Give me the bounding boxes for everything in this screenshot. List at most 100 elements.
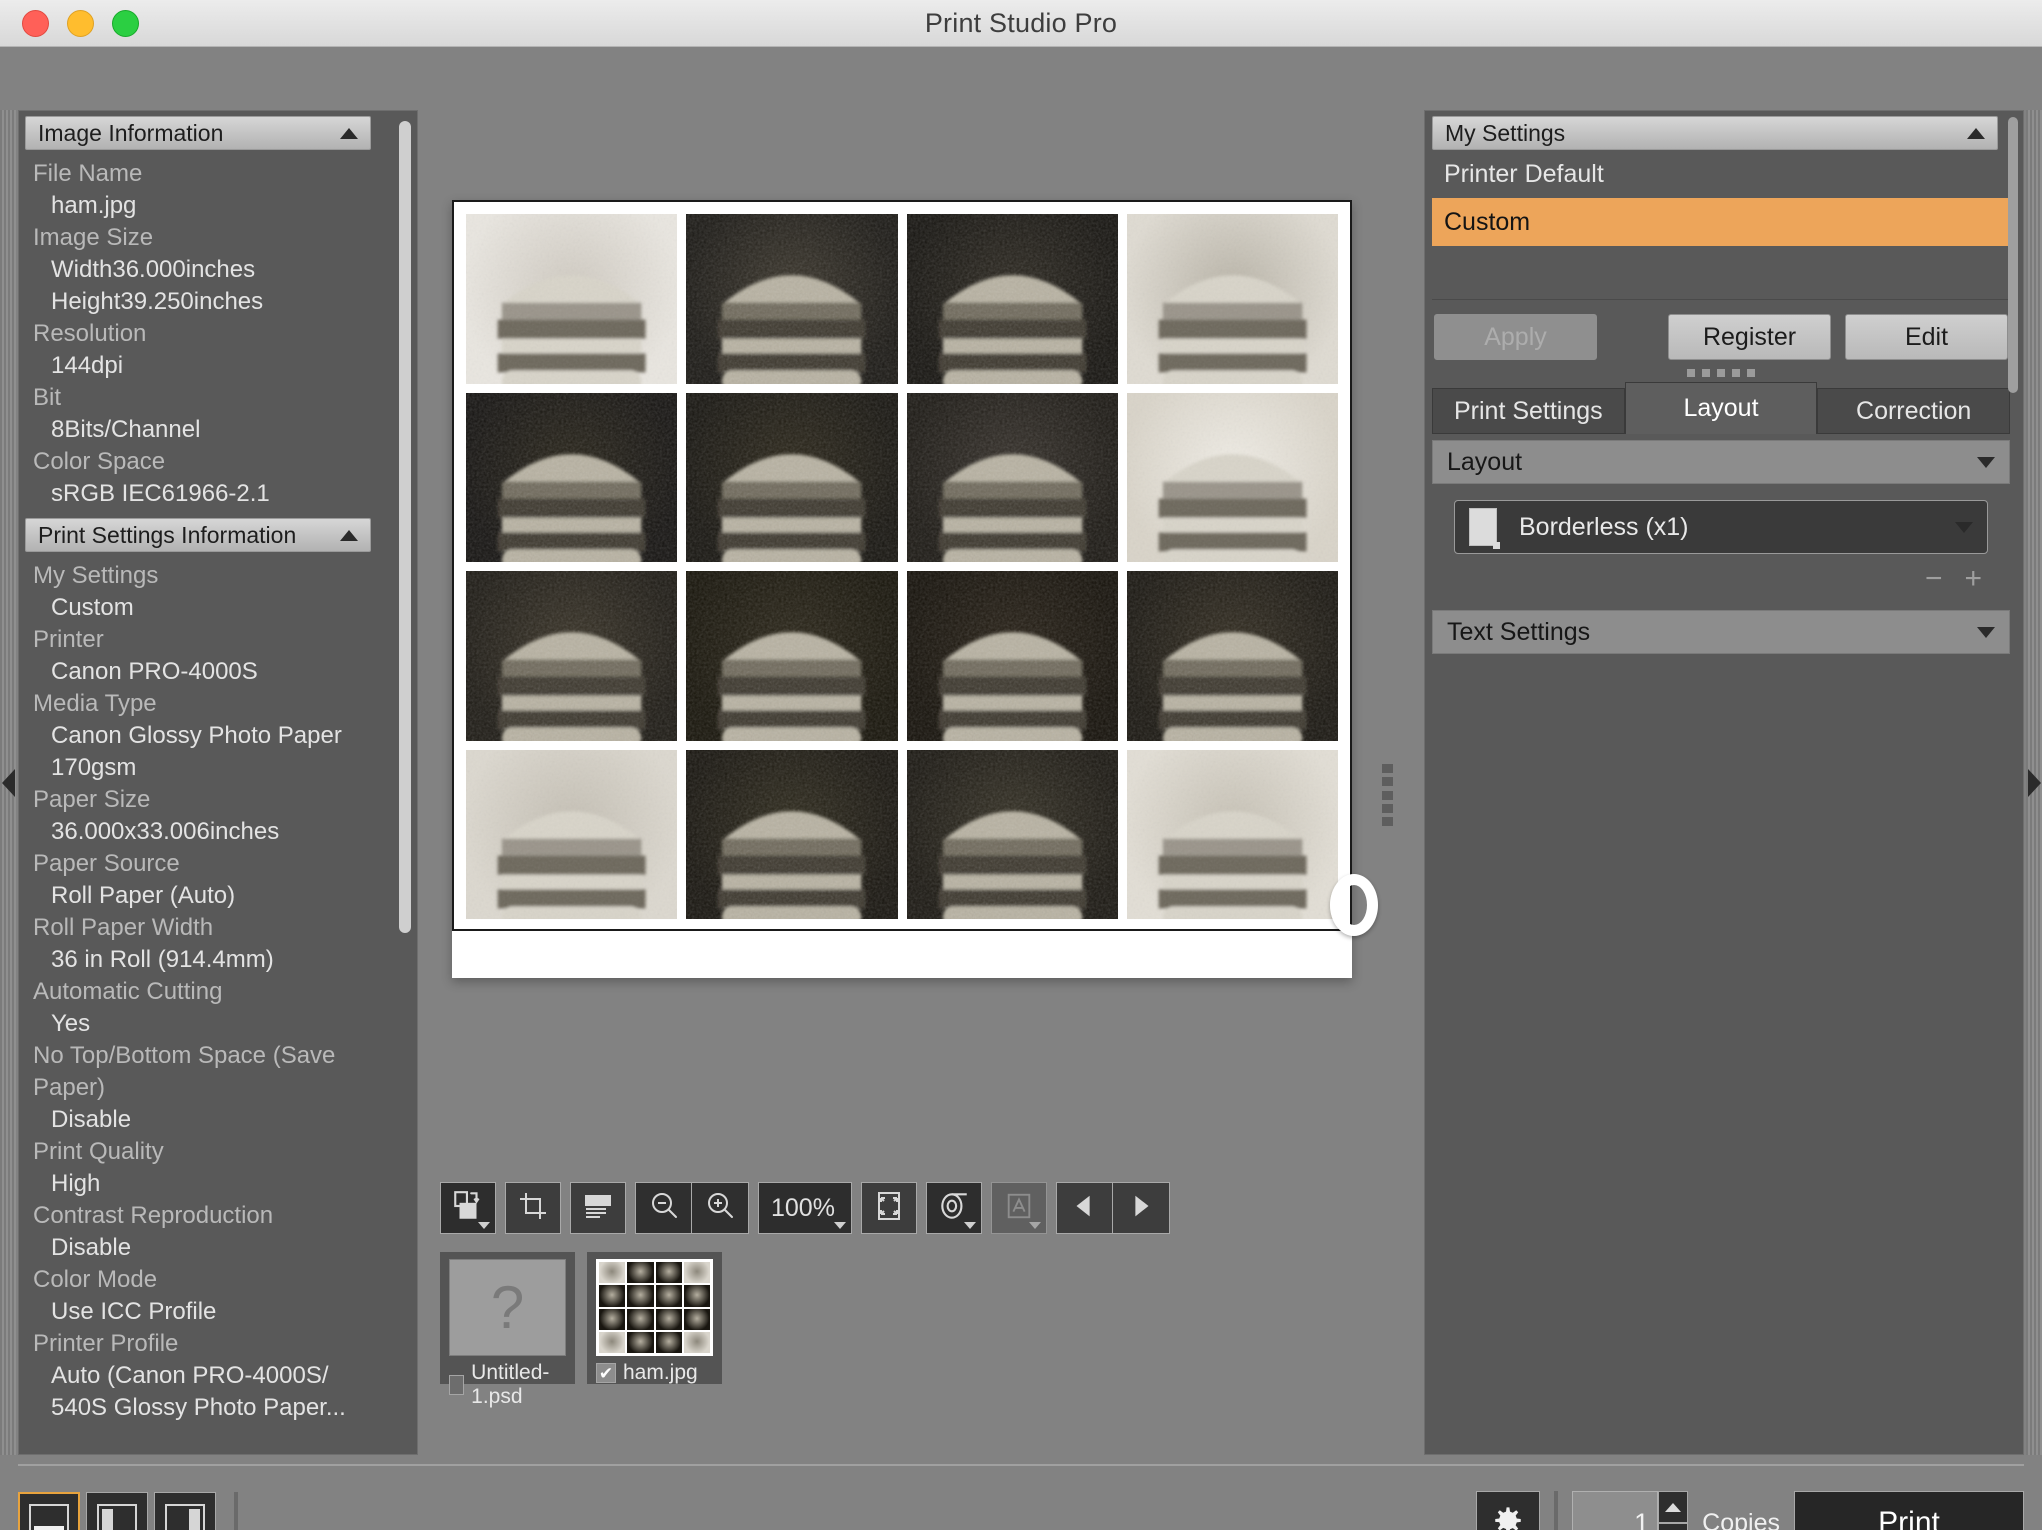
info-value: Disable <box>51 1106 132 1133</box>
layout-stepper: − + <box>1432 554 2010 596</box>
grid-image-cell <box>1126 214 1338 384</box>
apply-button[interactable]: Apply <box>1434 314 1597 360</box>
info-key: Bit <box>33 384 62 411</box>
my-settings-item[interactable]: Printer Default <box>1432 150 2010 198</box>
roll-paper-button[interactable] <box>925 1182 982 1234</box>
zoom-out-icon <box>648 1190 680 1227</box>
grid-image-cell <box>906 749 1118 919</box>
burger-photo <box>686 392 898 562</box>
file-checkbox[interactable] <box>449 1375 465 1395</box>
filmstrip-label-row: ✔ ham.jpg <box>596 1361 713 1385</box>
file-checkbox[interactable]: ✔ <box>596 1363 616 1383</box>
burger-photo <box>466 392 678 562</box>
print-button[interactable]: Print <box>1794 1491 2024 1530</box>
filmstrip-item[interactable]: ? Untitled-1.psd <box>440 1252 575 1408</box>
info-key: Image Size <box>33 224 154 251</box>
next-page-button[interactable] <box>1112 1182 1170 1234</box>
copies-down-button[interactable] <box>1658 1523 1689 1530</box>
burger-photo <box>686 214 898 384</box>
left-panel-collapse-handle[interactable] <box>0 110 16 1455</box>
burger-photo <box>1126 571 1338 741</box>
panel-resize-grip[interactable] <box>1432 369 2010 377</box>
scrollbar-thumb[interactable] <box>2008 117 2018 393</box>
right-triangle-icon <box>2027 768 2041 797</box>
burger-photo <box>1126 214 1338 384</box>
previous-page-button[interactable] <box>1055 1182 1113 1234</box>
text-settings-label: Text Settings <box>1447 617 1591 646</box>
zoom-button[interactable] <box>112 10 139 37</box>
layout-select[interactable]: Borderless (x1) <box>1454 500 1988 554</box>
chevron-down-icon <box>478 1222 490 1229</box>
my-settings-item[interactable]: Custom <box>1432 198 2010 246</box>
left-triangle-icon <box>1 768 15 797</box>
thumb-cell <box>655 1308 682 1330</box>
thumb-cell <box>599 1262 626 1284</box>
zoom-in-button[interactable] <box>692 1182 749 1234</box>
file-thumbnail <box>596 1259 713 1356</box>
missing-thumbnail-glyph: ? <box>490 1274 525 1341</box>
close-button[interactable] <box>22 10 49 37</box>
info-key: Color Mode <box>33 1266 158 1293</box>
window-title: Print Studio Pro <box>924 7 1118 38</box>
info-key: Printer Profile <box>33 1330 179 1357</box>
caret-up-icon <box>340 529 358 541</box>
gear-icon[interactable] <box>1476 1491 1541 1530</box>
zoom-out-button[interactable] <box>635 1182 692 1234</box>
tab-print-settings[interactable]: Print Settings <box>1432 388 1625 434</box>
right-panel-collapse-handle[interactable] <box>2026 110 2042 1455</box>
layout-decrease-button[interactable]: − <box>1925 562 1943 596</box>
tab-layout[interactable]: Layout <box>1624 382 1818 434</box>
view-mode-filmstrip-bottom[interactable] <box>18 1492 80 1530</box>
paper-layout-button[interactable] <box>570 1182 626 1234</box>
register-button[interactable]: Register <box>1668 314 1831 360</box>
layout-increase-button[interactable]: + <box>1964 562 1982 596</box>
edit-button[interactable]: Edit <box>1845 314 2008 360</box>
view-mode-panel-right[interactable] <box>154 1492 216 1530</box>
caret-up-icon <box>340 127 358 139</box>
info-value: 540S Glossy Photo Paper... <box>51 1394 346 1421</box>
view-mode-panel-left[interactable] <box>86 1492 148 1530</box>
grid-image-cell <box>906 392 1118 562</box>
text-settings-header[interactable]: Text Settings <box>1432 610 2010 654</box>
image-information-list: File Name ham.jpg Image Size Width36.000inc… <box>25 150 397 510</box>
burger-photo <box>906 571 1118 741</box>
caret-down-icon <box>1977 456 1995 468</box>
paper-layout-icon <box>582 1190 614 1227</box>
thumb-cell <box>599 1331 626 1353</box>
copies-stepper[interactable]: 1 <box>1572 1491 1689 1530</box>
thumb-cell <box>627 1285 654 1307</box>
fit-page-button[interactable] <box>860 1182 917 1234</box>
copies-input[interactable]: 1 <box>1572 1491 1659 1530</box>
bottom-bar: 1 Copies Print <box>0 1471 2042 1530</box>
window-body: Image Information File Name ham.jpg Image … <box>0 47 2042 1530</box>
filmstrip-item[interactable]: ✔ ham.jpg <box>587 1252 722 1384</box>
vertical-grip-icon[interactable] <box>1382 764 1396 826</box>
image-information-header[interactable]: Image Information <box>25 116 371 150</box>
my-settings-buttons: Apply Register Edit <box>1432 314 2010 360</box>
grid-image-cell <box>466 392 678 562</box>
grid-image-cell <box>686 749 898 919</box>
crop-button[interactable] <box>505 1182 561 1234</box>
print-settings-information-header[interactable]: Print Settings Information <box>25 518 371 552</box>
app-window: Print Studio Pro Image Information File … <box>0 0 2042 1530</box>
right-panel-content: My Settings Printer Default Custom Apply … <box>1432 116 2011 1451</box>
info-value: Custom <box>51 594 134 621</box>
burger-photo <box>686 749 898 919</box>
image-arrange-button[interactable] <box>440 1182 496 1234</box>
thumb-cell <box>683 1262 710 1284</box>
chevron-down-icon <box>833 1222 846 1229</box>
tab-correction[interactable]: Correction <box>1817 388 2011 434</box>
text-a-icon <box>1004 1191 1034 1226</box>
info-key: Contrast Reproduction <box>33 1202 274 1229</box>
print-preview-area[interactable] <box>452 147 1412 1077</box>
scrollbar-thumb[interactable] <box>399 121 411 933</box>
view-mode-glyph <box>165 1504 205 1530</box>
minimize-button[interactable] <box>67 10 94 37</box>
right-panel-scrollbar[interactable] <box>2006 117 2020 397</box>
copies-up-button[interactable] <box>1658 1491 1689 1523</box>
zoom-level-select[interactable]: 100% <box>758 1182 852 1234</box>
left-panel-scrollbar[interactable] <box>397 117 413 1007</box>
layout-section-header[interactable]: Layout <box>1432 440 2010 484</box>
my-settings-header[interactable]: My Settings <box>1432 116 1998 150</box>
zoom-in-icon <box>704 1190 736 1227</box>
